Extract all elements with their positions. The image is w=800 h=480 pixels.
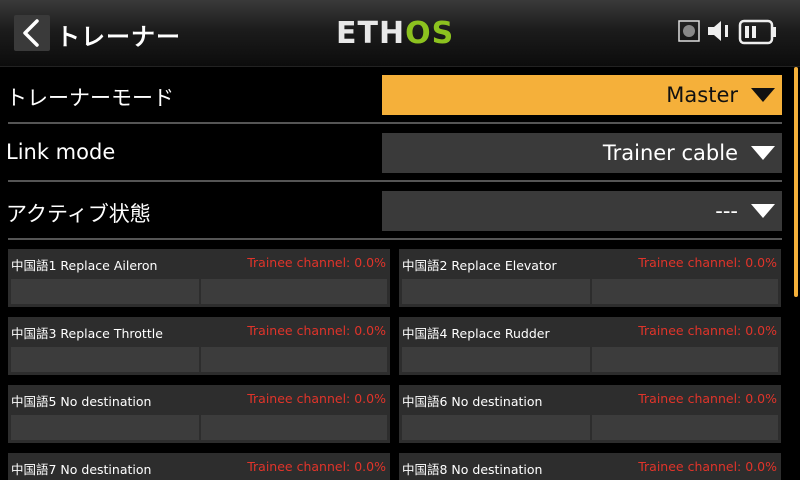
channel-card-7[interactable]: 中国語7 No destination Trainee channel: 0.0… (8, 453, 390, 480)
channel-bar (11, 347, 387, 372)
battery-icon (738, 19, 778, 49)
channel-card-5[interactable]: 中国語5 No destination Trainee channel: 0.0… (8, 385, 390, 443)
record-icon[interactable] (678, 20, 700, 46)
channel-name: 中国語4 Replace Rudder (402, 326, 550, 341)
link-mode-value: Trainer cable (602, 141, 738, 165)
setting-row-trainer-mode: トレーナーモード Master (0, 66, 782, 124)
channel-name: 中国語7 No destination (11, 462, 152, 477)
trainee-channel-value: Trainee channel: 0.0% (247, 255, 386, 270)
trainee-channel-value: Trainee channel: 0.0% (638, 323, 777, 338)
channel-bar (11, 415, 387, 440)
channel-name: 中国語5 No destination (11, 394, 152, 409)
channel-bar (402, 347, 778, 372)
channel-name: 中国語1 Replace Aileron (11, 258, 158, 273)
active-state-label: アクティブ状態 (6, 202, 151, 226)
channel-card-3[interactable]: 中国語3 Replace Throttle Trainee channel: 0… (8, 317, 390, 375)
channel-name: 中国語8 No destination (402, 462, 543, 477)
back-arrow-icon (23, 19, 39, 47)
chevron-down-icon (751, 88, 775, 102)
logo-text-right: OS (405, 16, 455, 51)
channel-card-4[interactable]: 中国語4 Replace Rudder Trainee channel: 0.0… (399, 317, 781, 375)
trainee-channel-value: Trainee channel: 0.0% (638, 255, 777, 270)
trainee-channel-value: Trainee channel: 0.0% (247, 459, 386, 474)
trainer-mode-label: トレーナーモード (6, 86, 174, 110)
divider (8, 238, 782, 240)
link-mode-dropdown[interactable]: Trainer cable (382, 133, 782, 173)
channel-name: 中国語2 Replace Elevator (402, 258, 557, 273)
trainer-mode-dropdown[interactable]: Master (382, 75, 782, 115)
top-bar: トレーナー ETHOS (0, 0, 800, 67)
channel-bar (11, 279, 387, 304)
setting-row-link-mode: Link mode Trainer cable (0, 124, 782, 182)
speaker-icon[interactable] (706, 18, 734, 48)
channel-card-2[interactable]: 中国語2 Replace Elevator Trainee channel: 0… (399, 249, 781, 307)
chevron-down-icon (751, 146, 775, 160)
scrollbar[interactable] (794, 67, 798, 297)
channel-card-1[interactable]: 中国語1 Replace Aileron Trainee channel: 0.… (8, 249, 390, 307)
back-button[interactable] (14, 15, 50, 51)
logo-text-left: ETH (336, 16, 406, 51)
status-icons (678, 18, 788, 49)
chevron-down-icon (751, 204, 775, 218)
channel-bar (402, 415, 778, 440)
channel-card-8[interactable]: 中国語8 No destination Trainee channel: 0.0… (399, 453, 781, 480)
active-state-dropdown[interactable]: --- (382, 191, 782, 231)
setting-row-active-state: アクティブ状態 --- (0, 182, 782, 240)
trainee-channel-value: Trainee channel: 0.0% (638, 391, 777, 406)
trainee-channel-value: Trainee channel: 0.0% (638, 459, 777, 474)
page-title: トレーナー (56, 23, 181, 51)
channel-name: 中国語3 Replace Throttle (11, 326, 163, 341)
trainer-mode-value: Master (666, 83, 738, 107)
trainee-channel-value: Trainee channel: 0.0% (247, 391, 386, 406)
channel-card-6[interactable]: 中国語6 No destination Trainee channel: 0.0… (399, 385, 781, 443)
channel-name: 中国語6 No destination (402, 394, 543, 409)
active-state-value: --- (715, 199, 738, 223)
link-mode-label: Link mode (6, 140, 116, 164)
channel-bar (402, 279, 778, 304)
ethos-logo: ETHOS (336, 16, 454, 51)
trainee-channel-value: Trainee channel: 0.0% (247, 323, 386, 338)
